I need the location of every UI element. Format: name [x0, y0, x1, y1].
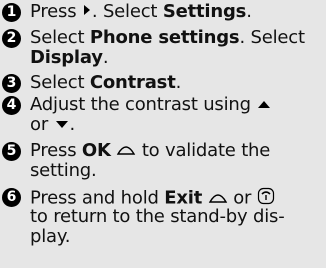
- step-line: Adjust the contrast using: [30, 95, 272, 115]
- step-line: play.: [30, 226, 71, 247]
- step-line: Display.: [30, 47, 109, 68]
- down-triangle-icon: [54, 115, 70, 135]
- right-arrow-icon: [82, 2, 92, 22]
- step-line: or .: [30, 114, 76, 135]
- step-number: 3: [2, 74, 21, 93]
- step-line: Select Phone settings. Select: [30, 27, 305, 48]
- step-number: 6: [2, 188, 21, 207]
- step-line: Select Contrast.: [30, 72, 182, 93]
- step-number: 1: [2, 3, 21, 22]
- step-line: to return to the stand-by dis-: [30, 206, 285, 227]
- step-number: 4: [2, 96, 21, 115]
- step-line: Press OK to validate the: [30, 140, 271, 161]
- instruction-steps: 1 Press . Select Settings. 2 Select Phon…: [0, 0, 326, 268]
- step-line: setting.: [30, 160, 97, 181]
- up-triangle-icon: [256, 95, 272, 115]
- step-number: 5: [2, 142, 21, 161]
- step-line: Press . Select Settings.: [30, 1, 252, 22]
- softkey-icon: [116, 141, 136, 161]
- step-number: 2: [2, 29, 21, 48]
